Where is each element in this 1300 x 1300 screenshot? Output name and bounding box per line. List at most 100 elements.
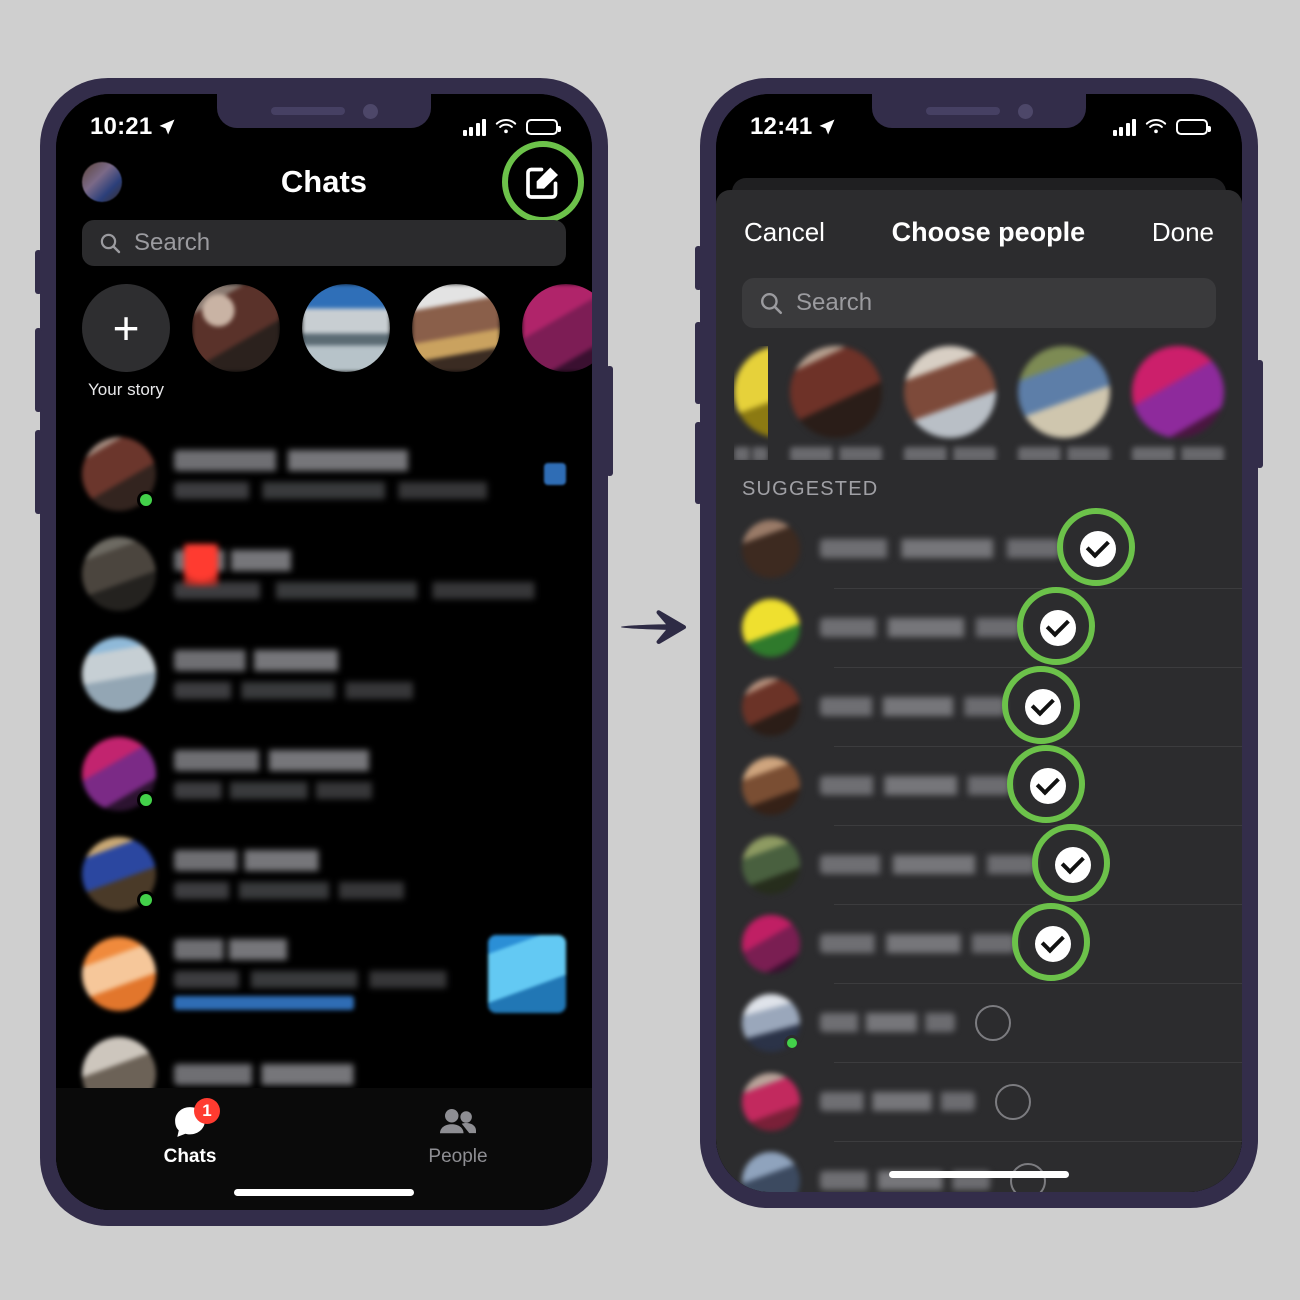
volume-down-button[interactable] xyxy=(695,422,702,504)
people-icon xyxy=(440,1109,476,1134)
right-arrow-icon xyxy=(620,610,687,644)
section-header: SUGGESTED xyxy=(742,478,879,500)
chat-preview xyxy=(174,970,470,988)
right-status-time: 12:41 xyxy=(750,113,813,140)
person-row[interactable] xyxy=(716,902,1242,983)
left-phone-mockup: 10:21 Chats Search + Your story 1 Chats … xyxy=(35,78,613,1226)
chat-list-item[interactable] xyxy=(56,824,592,924)
tab-people[interactable]: People xyxy=(324,1102,592,1168)
person-row[interactable] xyxy=(716,665,1242,746)
person-chip[interactable] xyxy=(1018,346,1110,460)
chat-name xyxy=(174,449,474,471)
person-chip[interactable] xyxy=(790,346,882,460)
story-name xyxy=(522,380,592,400)
compose-button[interactable] xyxy=(502,141,584,223)
front-camera-icon xyxy=(1017,103,1033,119)
left-status-time: 10:21 xyxy=(90,113,153,140)
compose-icon xyxy=(526,167,558,199)
home-indicator xyxy=(234,1189,414,1196)
person-name xyxy=(820,855,1035,874)
front-camera-icon xyxy=(362,103,378,119)
person-row[interactable] xyxy=(716,983,1242,1062)
search-input[interactable]: Search xyxy=(82,220,566,266)
selected-checkbox[interactable] xyxy=(1017,586,1095,665)
chat-preview xyxy=(174,781,389,799)
home-indicator xyxy=(889,1171,1069,1178)
notch xyxy=(217,94,431,128)
left-phone-screen: 10:21 Chats Search + Your story 1 Chats … xyxy=(56,94,592,1210)
person-row[interactable] xyxy=(716,1062,1242,1141)
chat-list-item[interactable] xyxy=(56,924,592,1024)
search-placeholder: Search xyxy=(796,289,873,316)
choose-people-screen: Cancel Choose people Done Search SUGGEST… xyxy=(716,94,1242,1192)
person-chip[interactable] xyxy=(1132,346,1224,460)
story-item[interactable] xyxy=(192,284,280,400)
done-button[interactable]: Done xyxy=(1152,217,1214,248)
avatar xyxy=(82,937,156,1011)
tab-chats[interactable]: 1 Chats xyxy=(56,1098,324,1168)
avatar xyxy=(742,914,800,973)
chat-preview xyxy=(174,481,514,499)
story-item[interactable] xyxy=(412,284,500,400)
person-row[interactable] xyxy=(716,823,1242,904)
chat-list-item[interactable] xyxy=(56,724,592,824)
online-indicator xyxy=(137,791,155,809)
chats-unread-badge: 1 xyxy=(194,1098,220,1124)
person-name xyxy=(820,776,1010,795)
avatar xyxy=(742,1072,800,1131)
person-name xyxy=(820,934,1015,953)
unselected-checkbox[interactable] xyxy=(995,1083,1031,1120)
volume-down-button[interactable] xyxy=(35,430,42,514)
unselected-checkbox[interactable] xyxy=(975,1004,1011,1041)
search-icon xyxy=(100,233,121,254)
tutorial-flow-canvas: 10:21 Chats Search + Your story 1 Chats … xyxy=(0,0,1300,1300)
search-input[interactable]: Search xyxy=(742,278,1216,328)
volume-up-button[interactable] xyxy=(35,328,42,412)
page-title: Chats xyxy=(280,164,368,199)
messenger-chats-screen: Chats Search + Your story 1 Chats People xyxy=(56,94,592,1210)
story-item[interactable] xyxy=(302,284,390,400)
battery-full-icon xyxy=(1176,119,1211,135)
selected-checkbox[interactable] xyxy=(1057,507,1135,586)
attachment-thumbnail[interactable] xyxy=(488,935,566,1013)
power-button[interactable] xyxy=(1256,360,1263,468)
selection-highlight-ring xyxy=(1007,744,1085,823)
person-row[interactable] xyxy=(716,744,1242,825)
person-row[interactable] xyxy=(716,586,1242,667)
person-row[interactable] xyxy=(716,1141,1242,1192)
story-item[interactable] xyxy=(522,284,592,400)
chat-name xyxy=(174,1063,404,1085)
selected-checkbox[interactable] xyxy=(1007,744,1085,823)
sheet-title: Choose people xyxy=(891,216,1086,247)
person-row[interactable] xyxy=(716,507,1242,588)
people-strip[interactable] xyxy=(716,328,1242,460)
chat-name xyxy=(174,938,319,960)
right-phone-screen: 12:41 Cancel Choose people Done Search S… xyxy=(716,94,1242,1192)
avatar xyxy=(742,993,800,1052)
search-icon xyxy=(761,293,783,315)
chat-list-item[interactable] xyxy=(56,624,592,724)
cancel-button[interactable]: Cancel xyxy=(744,217,825,248)
person-name xyxy=(820,1013,955,1032)
suggested-list[interactable] xyxy=(716,507,1242,1192)
earpiece-speaker xyxy=(270,107,345,115)
selected-checkbox[interactable] xyxy=(1012,902,1090,981)
person-chip[interactable] xyxy=(904,346,996,460)
volume-up-button[interactable] xyxy=(695,322,702,404)
person-chip[interactable] xyxy=(734,346,768,460)
battery-low-icon xyxy=(526,119,561,135)
add-story-button[interactable]: + Your story xyxy=(82,284,170,400)
power-button[interactable] xyxy=(606,366,613,476)
avatar xyxy=(82,437,156,511)
chat-list-item[interactable] xyxy=(56,524,592,624)
selected-checkbox[interactable] xyxy=(1032,823,1110,902)
cellular-bars-icon xyxy=(462,118,486,136)
tab-people-label: People xyxy=(428,1146,488,1167)
chat-list-item[interactable] xyxy=(56,424,592,524)
stories-tray[interactable]: + Your story xyxy=(56,284,592,414)
heart-reaction-icon xyxy=(184,544,218,586)
avatar xyxy=(82,537,156,611)
selected-checkbox[interactable] xyxy=(1002,665,1080,744)
silent-switch[interactable] xyxy=(695,246,702,290)
silent-switch[interactable] xyxy=(35,250,42,294)
